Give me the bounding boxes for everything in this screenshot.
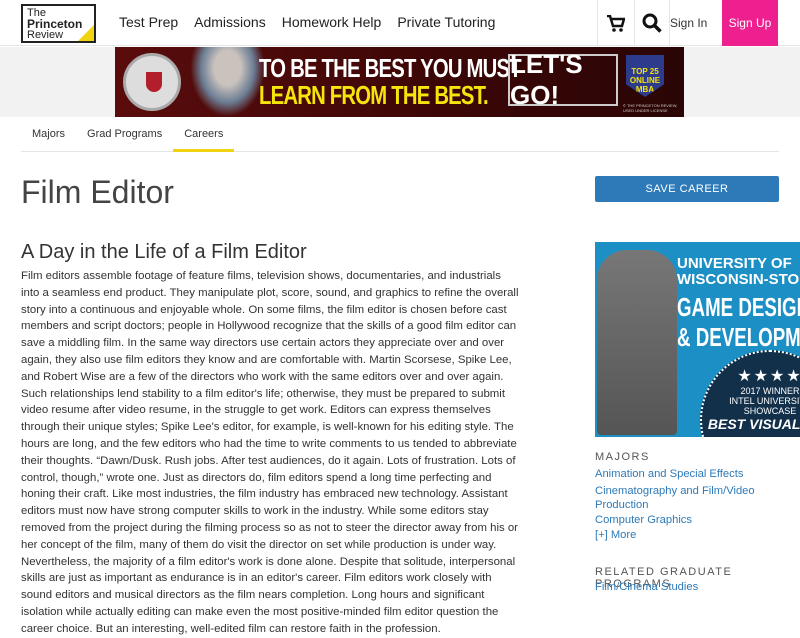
nav-test-prep[interactable]: Test Prep [119, 14, 178, 30]
ad-photo [190, 47, 265, 117]
ad-cta[interactable]: LET'S GO! [508, 49, 618, 110]
award-seal: ★★★★ 2017 WINNER INTEL UNIVERSITY SHOWCA… [700, 350, 800, 437]
knight-image [597, 250, 677, 435]
ad-banner-area: TO BE THE BEST YOU MUST LEARN FROM THE BE… [0, 47, 800, 117]
ad-headline: TO BE THE BEST YOU MUST [259, 53, 522, 83]
ad-seal-logo [123, 53, 181, 111]
grad-program-link[interactable]: Film/Cinema Studies [595, 580, 790, 594]
ad-banner[interactable]: TO BE THE BEST YOU MUST LEARN FROM THE BE… [115, 47, 684, 117]
logo[interactable]: The Princeton Review [21, 4, 96, 43]
sign-in-link[interactable]: Sign In [670, 16, 707, 30]
tab-grad-programs[interactable]: Grad Programs [76, 118, 173, 152]
sign-up-button[interactable]: Sign Up [722, 0, 778, 46]
header: The Princeton Review Test Prep Admission… [0, 0, 800, 46]
major-link[interactable]: Cinematography and Film/Video Production [595, 484, 790, 512]
ad-badge: TOP 25 ONLINE MBA [626, 55, 664, 97]
search-icon [642, 13, 662, 33]
logo-triangle [78, 25, 94, 41]
main-nav: Test Prep Admissions Homework Help Priva… [119, 14, 495, 30]
major-link[interactable]: Animation and Special Effects [595, 467, 790, 481]
nav-admissions[interactable]: Admissions [194, 14, 266, 30]
search-button[interactable] [634, 0, 670, 46]
ad-headline-2: LEARN FROM THE BEST. [259, 80, 489, 110]
stars-icon: ★★★★ [737, 368, 800, 385]
major-link[interactable]: Computer Graphics [595, 513, 790, 527]
tab-majors[interactable]: Majors [21, 118, 76, 152]
side-ad[interactable]: UNIVERSITY OFWISCONSIN-STOUT GAME DESIGN… [595, 242, 800, 437]
majors-heading: MAJORS [595, 451, 650, 463]
career-description: Film editors assemble footage of feature… [21, 270, 519, 635]
page-title: Film Editor [21, 174, 174, 210]
tab-careers[interactable]: Careers [173, 118, 235, 152]
section-title: A Day in the Life of a Film Editor [21, 241, 307, 263]
nav-homework-help[interactable]: Homework Help [282, 14, 382, 30]
save-career-button[interactable]: SAVE CAREER [595, 176, 779, 202]
sub-tabs: Majors Grad Programs Careers [21, 118, 779, 152]
majors-more-link[interactable]: [+] More [595, 528, 790, 542]
ad-fine-print: © THE PRINCETON REVIEW, USED UNDER LICEN… [623, 103, 678, 113]
cart-icon [607, 14, 625, 32]
cart-button[interactable] [597, 0, 634, 46]
nav-private-tutoring[interactable]: Private Tutoring [397, 14, 495, 30]
